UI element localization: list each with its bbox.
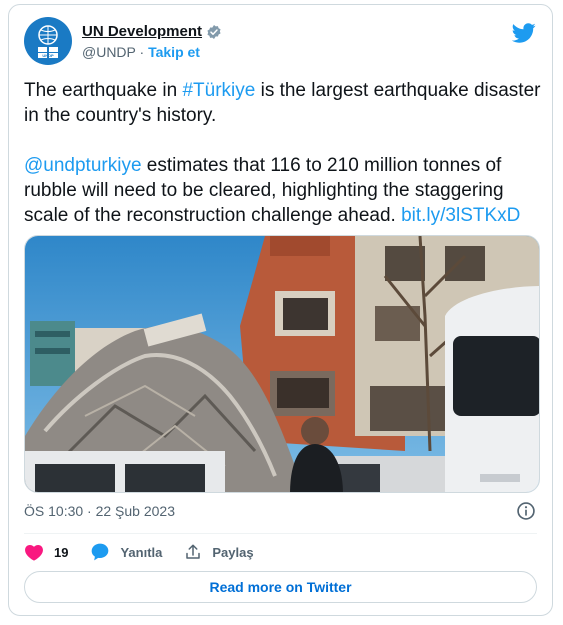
mention-link[interactable]: @undpturkiye bbox=[24, 155, 142, 176]
verified-badge-icon bbox=[207, 24, 221, 39]
avatar[interactable]: UNDP bbox=[24, 17, 72, 65]
info-icon[interactable] bbox=[516, 501, 536, 521]
tweet-text: The earthquake in #Türkiye is the larges… bbox=[24, 78, 544, 228]
reply-bubble-icon bbox=[92, 543, 109, 561]
reply-label: Yanıtla bbox=[120, 544, 163, 560]
tweet-header: UNDP UN Development @UNDP · Takip et bbox=[24, 17, 540, 67]
reply-button[interactable]: Yanıtla bbox=[90, 542, 162, 562]
tweet-card: UNDP UN Development @UNDP · Takip et The… bbox=[8, 4, 553, 616]
account-name[interactable]: UN Development bbox=[82, 23, 202, 40]
un-emblem-icon: UNDP bbox=[38, 25, 58, 58]
share-icon bbox=[186, 544, 201, 559]
share-button[interactable]: Paylaş bbox=[184, 543, 254, 561]
earthquake-rubble-photo bbox=[25, 236, 539, 492]
tweet-paragraph-1: The earthquake in #Türkiye is the larges… bbox=[24, 78, 544, 128]
twitter-bird-icon[interactable] bbox=[512, 21, 536, 45]
tweet-actions: 19 Yanıtla Paylaş bbox=[24, 539, 276, 565]
divider bbox=[24, 533, 537, 534]
account-handle[interactable]: @UNDP bbox=[82, 44, 136, 60]
share-label: Paylaş bbox=[212, 544, 254, 560]
handle-separator: · bbox=[139, 44, 145, 60]
like-button[interactable]: 19 bbox=[24, 543, 68, 561]
url-link[interactable]: bit.ly/3lSTKxD bbox=[401, 205, 520, 226]
handle-row: @UNDP · Takip et bbox=[82, 44, 200, 60]
follow-button[interactable]: Takip et bbox=[148, 44, 200, 60]
avatar-label: UNDP bbox=[42, 53, 54, 58]
tweet-photo[interactable] bbox=[24, 235, 540, 493]
read-more-button[interactable]: Read more on Twitter bbox=[24, 571, 537, 603]
hashtag-link[interactable]: #Türkiye bbox=[182, 80, 255, 101]
tweet-paragraph-2: @undpturkiye estimates that 116 to 210 m… bbox=[24, 153, 544, 228]
tweet-text-span: The earthquake in bbox=[24, 80, 183, 101]
account-name-row: UN Development bbox=[82, 23, 222, 40]
likes-count: 19 bbox=[54, 544, 69, 560]
tweet-timestamp[interactable]: ÖS 10:30 · 22 Şub 2023 bbox=[24, 503, 175, 519]
heart-icon bbox=[25, 544, 43, 561]
